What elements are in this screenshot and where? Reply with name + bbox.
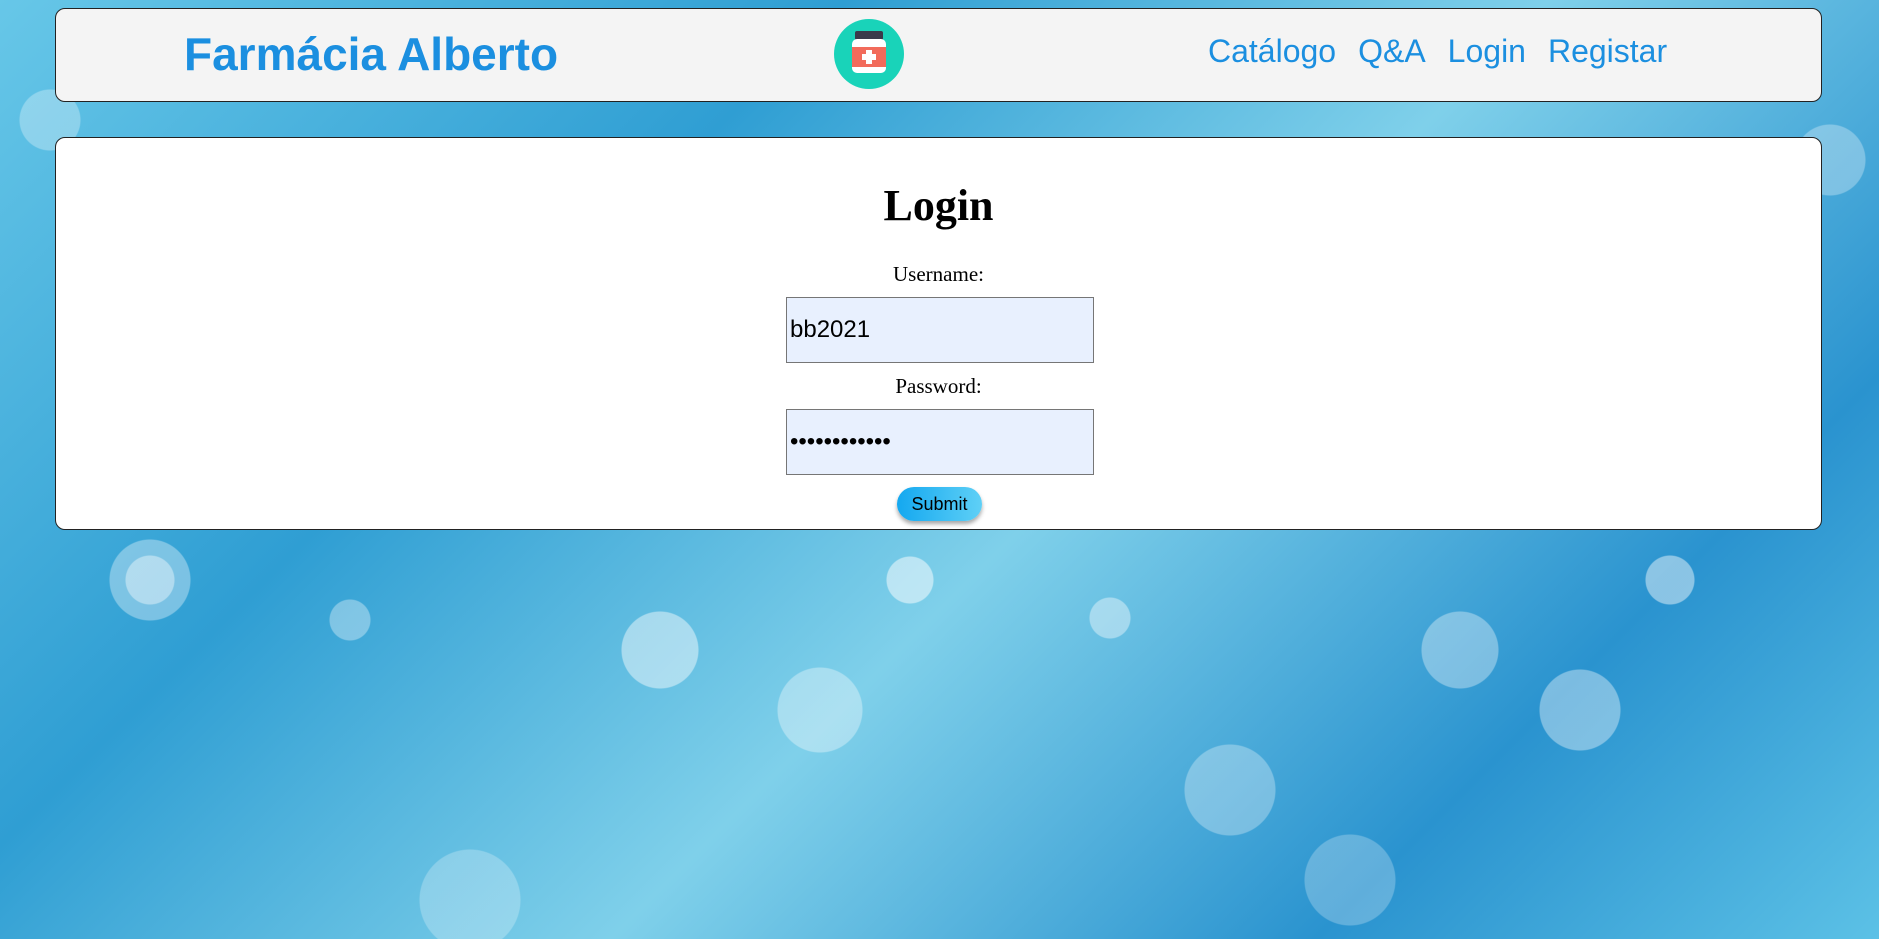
username-label: Username: [893,262,984,286]
nav-catalogo-link[interactable]: Catálogo [1208,35,1336,67]
nav-registar-link[interactable]: Registar [1548,35,1667,67]
username-input[interactable] [786,297,1094,363]
brand-title[interactable]: Farmácia Alberto [184,31,558,77]
password-label: Password: [895,374,982,398]
medicine-bottle-icon [834,19,904,89]
login-panel: Login Username: Password: Submit [55,137,1822,530]
nav-login-link[interactable]: Login [1448,35,1526,67]
nav-qa-link[interactable]: Q&A [1358,35,1426,67]
main-nav: Catálogo Q&A Login Registar [1208,35,1667,67]
password-input[interactable] [786,409,1094,475]
submit-button[interactable]: Submit [897,487,982,521]
site-header: Farmácia Alberto Catálogo Q&A Login Regi… [55,8,1822,102]
login-title: Login [883,181,994,230]
